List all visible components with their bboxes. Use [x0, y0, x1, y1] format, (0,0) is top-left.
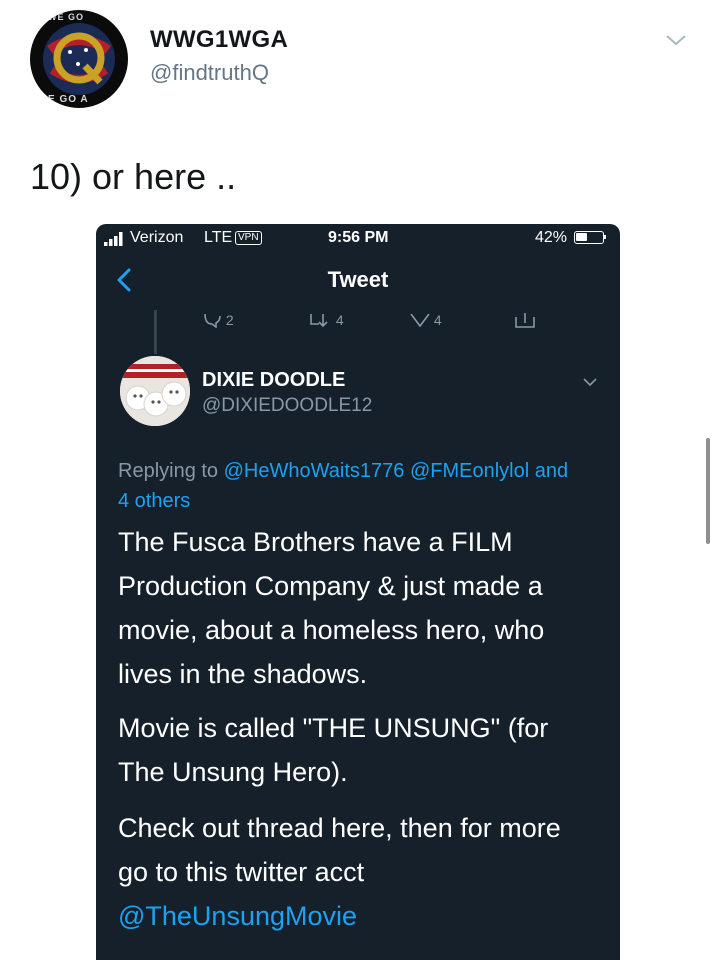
mention-link[interactable]: @FMEonlylol — [410, 460, 529, 482]
scrollbar[interactable] — [706, 438, 710, 544]
chevron-down-icon[interactable] — [664, 30, 688, 50]
share-icon — [515, 313, 535, 329]
chevron-down-icon[interactable] — [582, 376, 598, 388]
kittens-avatar-image — [120, 356, 190, 426]
vpn-badge: VPN — [235, 231, 262, 245]
status-time: 9:56 PM — [328, 229, 389, 246]
quoted-author-name[interactable]: DIXIE DOODLE — [202, 369, 345, 392]
battery-icon — [574, 231, 606, 244]
account-link[interactable]: @TheUnsungMovie — [118, 901, 357, 931]
retweet-count: 4 — [335, 312, 344, 328]
avatar-ring-text-bottom: E GO A — [48, 94, 89, 105]
and-label: and — [534, 460, 569, 482]
nav-title: Tweet — [327, 267, 389, 292]
share-action[interactable] — [514, 312, 536, 329]
nav-bar: Tweet — [96, 252, 620, 308]
retweet-action[interactable]: 4 — [308, 312, 344, 328]
tweet-text: 10) or here .. — [30, 156, 237, 197]
battery-percent: 42% — [535, 229, 568, 246]
status-bar: Verizon LTE VPN 9:56 PM 42% — [96, 224, 620, 252]
carrier-label: Verizon — [130, 229, 184, 246]
author-avatar[interactable]: WE GO E GO A — [30, 10, 128, 108]
retweet-icon — [310, 314, 328, 328]
author-display-name[interactable]: WWG1WGA — [150, 26, 288, 54]
reply-action[interactable]: 2 — [202, 312, 234, 329]
replying-prefix: Replying to — [118, 460, 219, 482]
reply-icon — [204, 314, 221, 329]
quoted-author-avatar[interactable] — [120, 356, 190, 426]
signal-icon — [104, 232, 123, 246]
embedded-screenshot[interactable]: Verizon LTE VPN 9:56 PM 42% Tweet 2 4 4 — [96, 224, 620, 960]
like-count: 4 — [433, 312, 442, 328]
tweet-body-paragraph: Check out thread here, then for more go … — [118, 806, 598, 938]
author-handle[interactable]: @findtruthQ — [150, 60, 269, 86]
heart-icon — [410, 313, 430, 328]
thread-connector-line — [154, 310, 157, 354]
body-text: Check out thread here, then for more go … — [118, 813, 561, 887]
reply-count: 2 — [225, 312, 234, 328]
replying-to-line: Replying to @HeWhoWaits1776 @FMEonlylol … — [118, 456, 598, 516]
quoted-author-handle[interactable]: @DIXIEDOODLE12 — [202, 395, 372, 417]
tweet-body-paragraph: Movie is called "THE UNSUNG" (for The Un… — [118, 713, 549, 787]
tweet-body-paragraph: The Fusca Brothers have a FILM Productio… — [118, 527, 545, 689]
like-action[interactable]: 4 — [410, 312, 442, 328]
mention-link[interactable]: @HeWhoWaits1776 — [224, 460, 405, 482]
others-link[interactable]: 4 others — [118, 490, 190, 512]
network-label: LTE — [204, 229, 233, 246]
